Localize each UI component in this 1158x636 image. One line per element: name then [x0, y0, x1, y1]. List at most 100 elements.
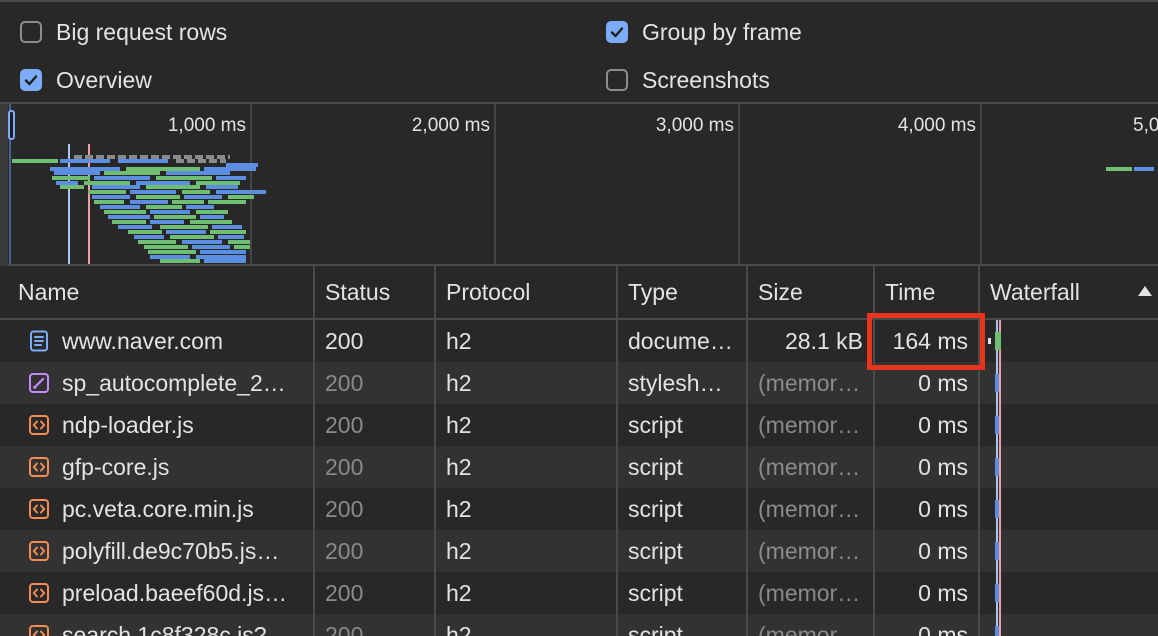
request-name: preload.baeef60d.js…	[62, 579, 288, 606]
time-cell: 0 ms	[875, 488, 980, 530]
overview-label: Overview	[56, 66, 152, 93]
request-table-body: www.naver.com 200 h2 docume… 28.1 kB 164 ms sp…	[0, 320, 1158, 636]
waterfall-request-bar	[995, 416, 999, 434]
script-icon	[28, 540, 50, 562]
sort-ascending-icon	[1138, 286, 1152, 296]
overview-request-bar	[200, 215, 224, 219]
group-by-frame-option[interactable]: Group by frame	[606, 17, 802, 47]
waterfall-cell	[980, 404, 1158, 446]
overview-tick-label: 1,000 ms	[167, 115, 246, 136]
overview-request-bar	[128, 230, 162, 234]
size-cell: (memor…	[748, 404, 875, 446]
waterfall-request-bar	[995, 542, 999, 560]
time-cell: 0 ms	[875, 614, 980, 636]
table-row[interactable]: preload.baeef60d.js… 200 h2 script (memor… 0 …	[0, 572, 1158, 614]
time-value: 0 ms	[918, 369, 968, 396]
big-request-rows-option[interactable]: Big request rows	[20, 17, 227, 47]
overview-request-bar	[170, 235, 214, 239]
overview-request-bar	[60, 185, 84, 189]
overview-request-bar	[234, 245, 250, 249]
column-header-protocol[interactable]: Protocol	[436, 266, 618, 318]
status-cell: 200	[315, 488, 436, 530]
overview-request-bar	[12, 159, 58, 163]
request-name: polyfill.de9c70b5.js…	[62, 537, 280, 564]
table-row[interactable]: search.1c8f328c.js?… 200 h2 script (memor… 0 …	[0, 614, 1158, 636]
overview-drag-handle[interactable]	[8, 110, 15, 140]
type-value: script	[628, 621, 683, 636]
column-header-waterfall[interactable]: Waterfall	[980, 266, 1158, 318]
size-cell: (memor…	[748, 488, 875, 530]
overview-request-bar	[210, 230, 246, 234]
name-cell[interactable]: preload.baeef60d.js…	[8, 572, 315, 614]
overview-request-bar	[212, 225, 242, 229]
network-overview[interactable]: 1,000 ms 2,000 ms 3,000 ms 4,000 ms 5,0	[0, 104, 1158, 266]
table-row[interactable]: ndp-loader.js 200 h2 script (memor… 0 ms	[0, 404, 1158, 446]
overview-gridline	[980, 104, 982, 264]
column-header-size[interactable]: Size	[748, 266, 875, 318]
overview-request-bar	[166, 230, 206, 234]
name-cell[interactable]: search.1c8f328c.js?…	[8, 614, 315, 636]
request-name: ndp-loader.js	[62, 411, 194, 438]
time-value: 0 ms	[918, 621, 968, 636]
size-cell: (memor…	[748, 530, 875, 572]
overview-request-bar	[100, 205, 140, 209]
screenshots-checkbox[interactable]	[606, 69, 628, 91]
overview-checkbox[interactable]	[20, 69, 42, 91]
overview-tick-label: 5,0	[1133, 115, 1158, 136]
column-header-name[interactable]: Name	[8, 266, 315, 318]
script-icon	[28, 582, 50, 604]
waterfall-queue-bar	[988, 338, 991, 344]
status-cell: 200	[315, 530, 436, 572]
name-cell[interactable]: ndp-loader.js	[8, 404, 315, 446]
overview-left-gutter	[0, 104, 8, 266]
waterfall-request-bar	[995, 626, 999, 636]
column-header-type[interactable]: Type	[618, 266, 748, 318]
overview-request-bar	[208, 200, 246, 204]
time-cell: 0 ms	[875, 446, 980, 488]
overview-request-bar	[204, 259, 246, 263]
table-row[interactable]: sp_autocomplete_2… 200 h2 stylesh… (memor… 0 …	[0, 362, 1158, 404]
column-header-size-label: Size	[758, 278, 803, 305]
name-cell[interactable]: gfp-core.js	[8, 446, 315, 488]
overview-request-bar	[176, 159, 226, 163]
name-cell[interactable]: sp_autocomplete_2…	[8, 362, 315, 404]
overview-request-bar	[146, 185, 200, 189]
column-header-status[interactable]: Status	[315, 266, 436, 318]
waterfall-load-line	[999, 572, 1001, 614]
size-cell: (memor…	[748, 362, 875, 404]
protocol-cell: h2	[436, 488, 618, 530]
overview-request-bar	[104, 171, 160, 175]
request-name: gfp-core.js	[62, 453, 170, 480]
overview-tick-label: 3,000 ms	[655, 115, 734, 136]
overview-request-bar	[182, 190, 210, 194]
overview-request-bar	[144, 245, 188, 249]
screenshots-option[interactable]: Screenshots	[606, 65, 770, 95]
table-row[interactable]: gfp-core.js 200 h2 script (memor… 0 ms	[0, 446, 1158, 488]
table-row[interactable]: www.naver.com 200 h2 docume… 28.1 kB 164 ms	[0, 320, 1158, 362]
name-cell[interactable]: polyfill.de9c70b5.js…	[8, 530, 315, 572]
overview-request-bar	[148, 250, 196, 254]
big-request-rows-checkbox[interactable]	[20, 21, 42, 43]
protocol-value: h2	[446, 369, 472, 396]
script-icon	[28, 414, 50, 436]
group-by-frame-checkbox[interactable]	[606, 21, 628, 43]
overview-option[interactable]: Overview	[20, 65, 152, 95]
column-header-time[interactable]: Time	[875, 266, 980, 318]
overview-request-bar	[118, 225, 152, 229]
waterfall-cell	[980, 362, 1158, 404]
group-by-frame-label: Group by frame	[642, 18, 802, 45]
overview-request-bar	[190, 220, 232, 224]
table-row[interactable]: polyfill.de9c70b5.js… 200 h2 script (memor… 0…	[0, 530, 1158, 572]
status-value: 200	[325, 453, 364, 480]
time-value: 0 ms	[918, 495, 968, 522]
protocol-value: h2	[446, 579, 472, 606]
type-cell: script	[618, 488, 748, 530]
name-cell[interactable]: pc.veta.core.min.js	[8, 488, 315, 530]
status-value: 200	[325, 621, 364, 636]
status-cell: 200	[315, 572, 436, 614]
overview-request-bar	[186, 205, 214, 209]
table-row[interactable]: pc.veta.core.min.js 200 h2 script (memor… 0 m…	[0, 488, 1158, 530]
overview-request-bar	[160, 259, 200, 263]
name-cell[interactable]: www.naver.com	[8, 320, 315, 362]
status-cell: 200	[315, 404, 436, 446]
